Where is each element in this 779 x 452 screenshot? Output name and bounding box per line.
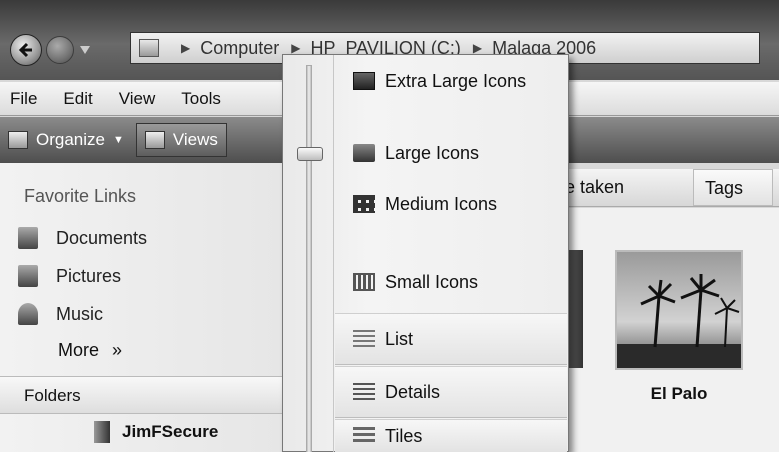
views-icon <box>144 131 165 149</box>
views-dropdown-menu: Extra Large Icons Large Icons Medium Ico… <box>282 54 569 452</box>
forward-button[interactable] <box>46 36 74 64</box>
list-view-icon <box>353 330 375 348</box>
folder-icon <box>139 39 159 57</box>
menu-item-label: List <box>385 328 414 349</box>
folders-toggle[interactable]: Folders <box>0 376 285 414</box>
menu-item-label: Extra Large Icons <box>385 70 527 91</box>
tiles-view-icon <box>353 427 375 445</box>
extra-large-icons-icon <box>353 72 375 90</box>
large-icons-icon <box>353 144 375 162</box>
chevron-down-icon: ▼ <box>112 134 124 146</box>
organize-button[interactable]: Organize ▼ <box>0 123 132 157</box>
favorite-label: Music <box>56 303 104 324</box>
menu-item-label: Medium Icons <box>385 193 498 214</box>
small-icons-icon <box>353 273 375 291</box>
icon-size-slider-track[interactable] <box>306 65 312 452</box>
organize-icon <box>8 131 28 149</box>
menu-tools[interactable]: Tools <box>181 89 221 109</box>
folders-heading: Folders <box>24 386 81 405</box>
menu-item-label: Details <box>385 381 441 402</box>
favorite-pictures[interactable]: Pictures <box>18 265 121 287</box>
breadcrumb-computer[interactable]: Computer <box>200 38 279 59</box>
views-button[interactable]: Views <box>135 123 227 157</box>
column-tags-label: Tags <box>705 178 744 198</box>
navigation-pane: Favorite Links Documents Pictures Music … <box>0 163 285 452</box>
double-chevron-right-icon: » <box>112 340 123 360</box>
more-links-button[interactable]: More » <box>58 340 122 361</box>
menu-item-medium-icons[interactable]: Medium Icons <box>335 184 567 224</box>
breadcrumb-separator-icon[interactable]: ▶ <box>181 41 190 55</box>
menu-item-details[interactable]: Details <box>335 366 567 418</box>
menu-item-list[interactable]: List <box>335 313 567 365</box>
menu-edit[interactable]: Edit <box>63 89 92 109</box>
menu-item-extra-large-icons[interactable]: Extra Large Icons <box>335 61 567 101</box>
back-arrow-icon <box>18 42 32 58</box>
details-view-icon <box>353 383 375 401</box>
icon-size-slider-thumb[interactable] <box>297 147 323 161</box>
column-tags[interactable]: Tags <box>693 169 773 206</box>
column-date-taken[interactable]: Date taken <box>565 177 690 198</box>
favorite-documents[interactable]: Documents <box>18 227 147 249</box>
favorite-links-heading: Favorite Links <box>24 186 137 206</box>
organize-label: Organize <box>36 130 105 149</box>
menu-item-label: Large Icons <box>385 142 480 163</box>
tree-item-label: JimFSecure <box>122 422 219 441</box>
column-header-row: Date taken Tags <box>565 169 779 207</box>
user-folder-icon <box>94 421 110 443</box>
photo-thumbnail[interactable] <box>615 250 743 370</box>
menu-file[interactable]: File <box>10 89 37 109</box>
column-date-taken-label: Date taken <box>565 177 625 197</box>
medium-icons-icon <box>353 195 375 213</box>
menu-divider <box>333 55 334 452</box>
favorite-label: Pictures <box>56 265 122 286</box>
file-list: El Palo <box>565 208 779 452</box>
menu-item-label: Small Icons <box>385 271 479 292</box>
pictures-icon <box>18 265 38 287</box>
breadcrumb-separator-icon[interactable]: ▶ <box>473 41 482 55</box>
breadcrumb-separator-icon[interactable]: ▶ <box>291 41 300 55</box>
menu-item-tiles[interactable]: Tiles <box>335 419 567 452</box>
thumbnail-caption[interactable]: El Palo <box>615 384 743 404</box>
recent-pages-dropdown-icon[interactable] <box>80 46 90 54</box>
menu-item-label: Tiles <box>385 425 423 446</box>
music-icon <box>18 303 38 325</box>
views-label: Views <box>172 130 218 149</box>
more-label: More <box>58 340 100 360</box>
menu-item-small-icons[interactable]: Small Icons <box>335 262 567 302</box>
favorite-music[interactable]: Music <box>18 303 103 325</box>
folder-tree-item[interactable]: JimFSecure <box>94 421 218 443</box>
menu-view[interactable]: View <box>119 89 156 109</box>
back-button[interactable] <box>10 34 42 66</box>
documents-icon <box>18 227 38 249</box>
menu-item-large-icons[interactable]: Large Icons <box>335 133 567 173</box>
favorite-label: Documents <box>56 227 148 248</box>
palm-trees-photo-icon <box>617 252 741 368</box>
